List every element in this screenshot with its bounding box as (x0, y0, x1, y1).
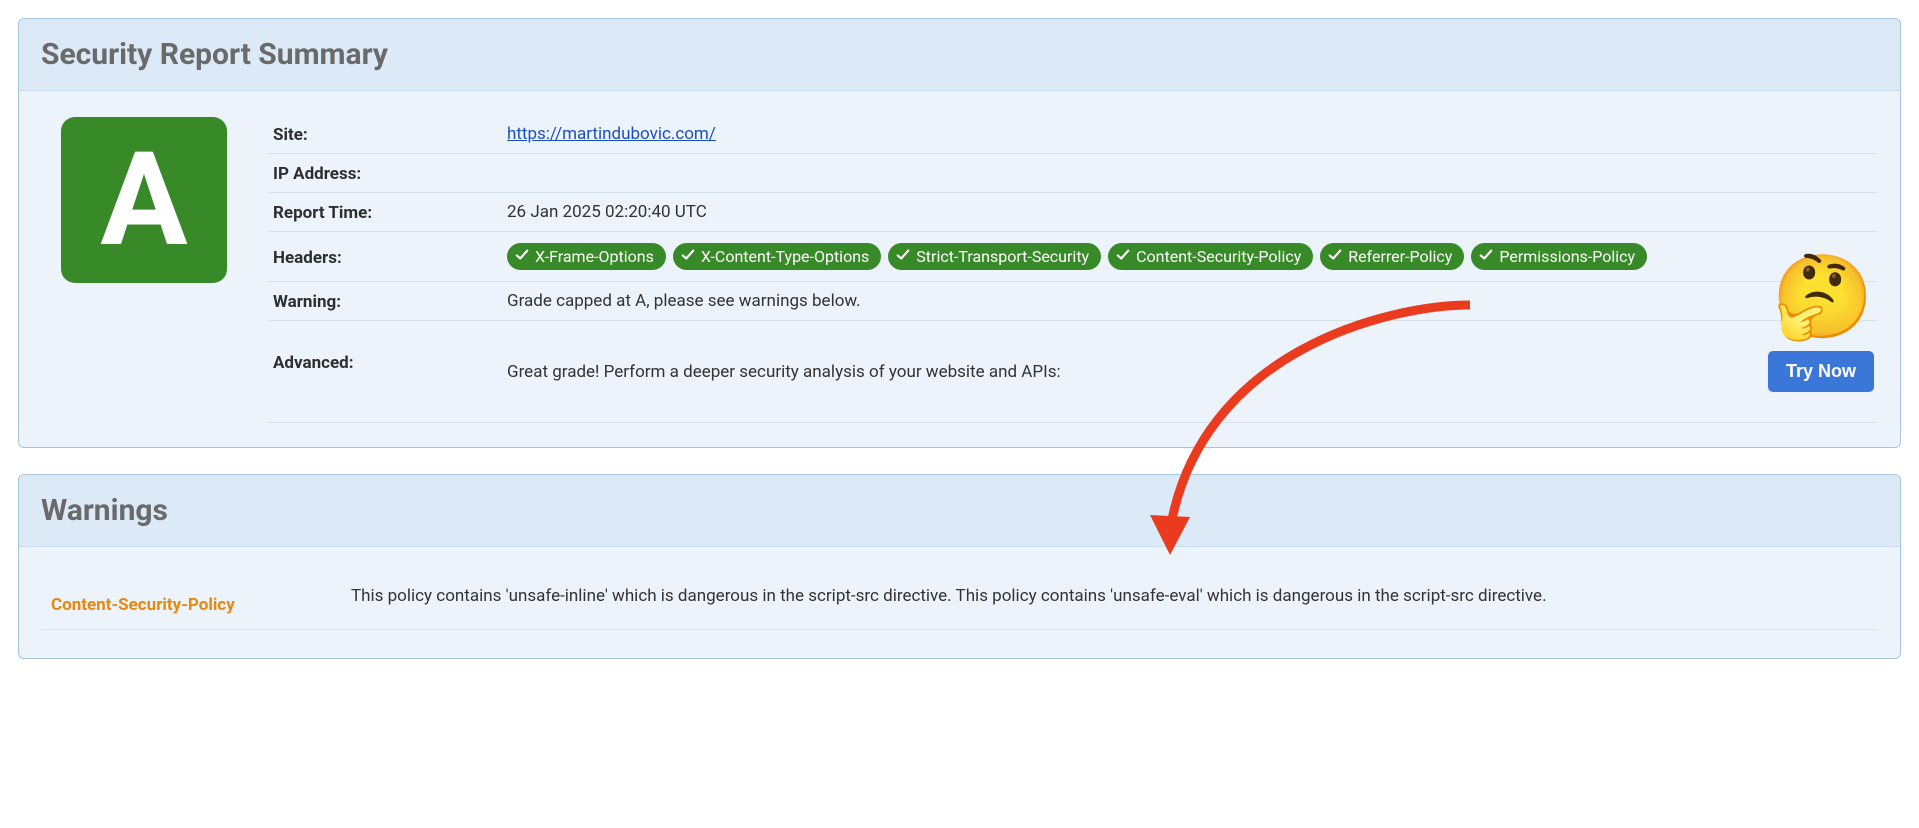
warnings-header: Warnings (19, 475, 1900, 547)
row-site: Site: https://martindubovic.com/ (267, 115, 1878, 154)
row-advanced: Advanced: Great grade! Perform a deeper … (267, 321, 1878, 423)
try-now-button[interactable]: Try Now (1768, 351, 1874, 392)
header-pill: Permissions-Policy (1471, 243, 1647, 270)
check-icon (1479, 247, 1493, 266)
header-pill-label: Strict-Transport-Security (916, 247, 1089, 266)
header-pill: X-Frame-Options (507, 243, 666, 270)
check-icon (681, 247, 695, 266)
warnings-title: Warnings (41, 493, 1878, 528)
header-pill: Content-Security-Policy (1108, 243, 1313, 270)
check-icon (896, 247, 910, 266)
label-report-time: Report Time: (267, 201, 507, 223)
row-report-time: Report Time: 26 Jan 2025 02:20:40 UTC (267, 193, 1878, 232)
header-pill: Referrer-Policy (1320, 243, 1464, 270)
summary-header: Security Report Summary (19, 19, 1900, 91)
value-warning: Grade capped at A, please see warnings b… (507, 291, 1878, 311)
value-report-time: 26 Jan 2025 02:20:40 UTC (507, 202, 1878, 222)
label-site: Site: (267, 123, 507, 145)
value-advanced: Great grade! Perform a deeper security a… (507, 362, 1762, 382)
warnings-panel: Warnings Content-Security-Policy This po… (18, 474, 1901, 659)
site-link[interactable]: https://martindubovic.com/ (507, 124, 716, 144)
headers-pills: X-Frame-Options X-Content-Type-Options Str… (507, 243, 1647, 270)
header-pill-label: Referrer-Policy (1348, 247, 1452, 266)
header-pill-label: Permissions-Policy (1499, 247, 1635, 266)
row-warning: Warning: Grade capped at A, please see w… (267, 282, 1878, 321)
grade-letter: A (100, 135, 187, 265)
summary-title: Security Report Summary (41, 37, 1878, 72)
header-pill-label: X-Frame-Options (535, 247, 654, 266)
label-advanced: Advanced: (267, 351, 507, 373)
label-headers: Headers: (267, 246, 507, 268)
header-pill: X-Content-Type-Options (673, 243, 881, 270)
header-pill-label: X-Content-Type-Options (701, 247, 869, 266)
label-warning: Warning: (267, 290, 507, 312)
summary-panel: Security Report Summary A Site: https://… (18, 18, 1901, 448)
check-icon (515, 247, 529, 266)
check-icon (1328, 247, 1342, 266)
row-headers: Headers: X-Frame-Options X-Content-Type-O… (267, 232, 1878, 282)
summary-body: A Site: https://martindubovic.com/ IP Ad… (19, 91, 1900, 447)
summary-table: Site: https://martindubovic.com/ IP Addr… (267, 115, 1878, 423)
warnings-body: Content-Security-Policy This policy cont… (19, 547, 1900, 658)
check-icon (1116, 247, 1130, 266)
warning-item-text: This policy contains 'unsafe-inline' whi… (351, 583, 1878, 609)
header-pill-label: Content-Security-Policy (1136, 247, 1301, 266)
label-ip: IP Address: (267, 162, 507, 184)
warning-item-name: Content-Security-Policy (41, 583, 351, 615)
warning-row: Content-Security-Policy This policy cont… (41, 567, 1878, 630)
grade-badge: A (61, 117, 227, 283)
header-pill: Strict-Transport-Security (888, 243, 1101, 270)
row-ip: IP Address: (267, 154, 1878, 193)
